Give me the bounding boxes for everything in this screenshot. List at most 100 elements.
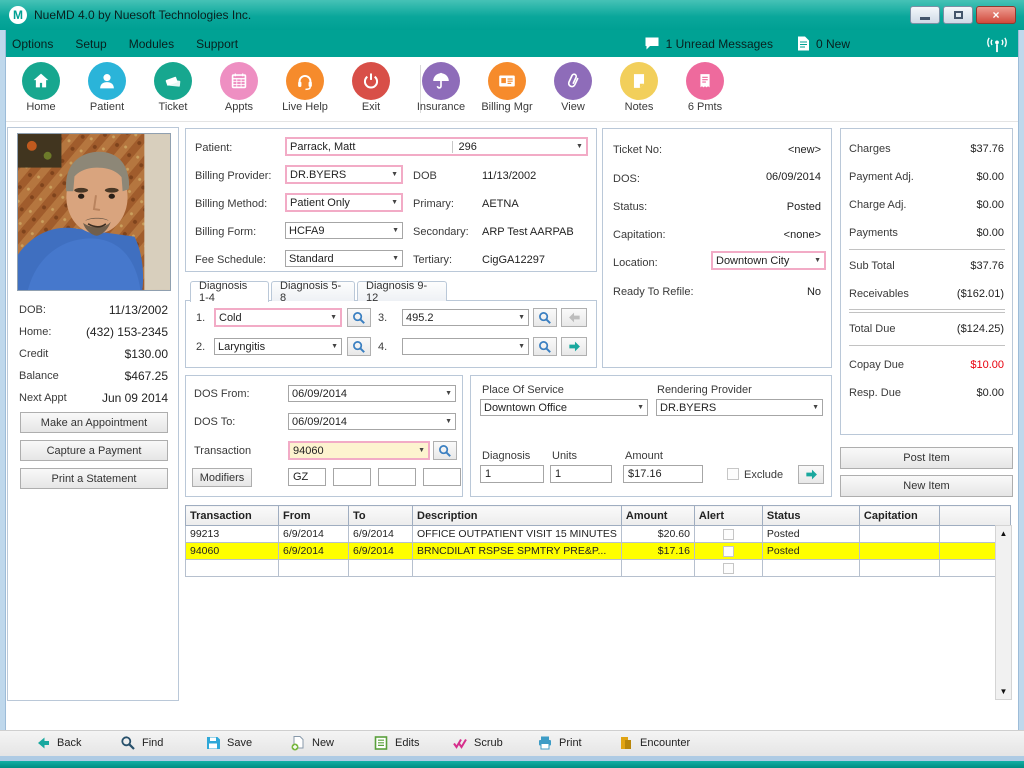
ticket-icon bbox=[154, 62, 192, 100]
tab-diagnosis-1-4[interactable]: Diagnosis 1-4 bbox=[190, 280, 269, 304]
toolbar-home[interactable]: Home bbox=[8, 60, 74, 120]
table-row-empty[interactable] bbox=[185, 559, 1011, 577]
scrub-button[interactable]: Scrub bbox=[452, 735, 503, 751]
col-status[interactable]: Status bbox=[761, 505, 860, 526]
table-scrollbar[interactable]: ▲ ▼ bbox=[995, 525, 1012, 700]
scroll-up-icon[interactable]: ▲ bbox=[997, 529, 1010, 538]
dos-to-label: DOS To: bbox=[194, 416, 236, 428]
transaction-search-button[interactable] bbox=[433, 441, 457, 460]
table-row-selected[interactable]: 94060 6/9/2014 6/9/2014 BRNCDILAT RSPSE … bbox=[185, 542, 1011, 560]
print-button[interactable]: Print bbox=[537, 735, 582, 751]
place-of-service-select[interactable]: Downtown Office ▼ bbox=[480, 399, 648, 416]
diagnosis-4-search-button[interactable] bbox=[533, 337, 557, 356]
payments-value: $0.00 bbox=[976, 227, 1004, 239]
charge-diagnosis-input[interactable]: 1 bbox=[480, 465, 544, 483]
billing-form-select[interactable]: HCFA9 ▼ bbox=[285, 222, 403, 239]
toolbar-ticket[interactable]: Ticket bbox=[140, 60, 206, 120]
new-items[interactable]: 0 New bbox=[797, 36, 850, 51]
sidebar-credit-value: $130.00 bbox=[124, 347, 168, 361]
save-icon bbox=[207, 737, 220, 749]
modifier-3-input[interactable] bbox=[378, 468, 416, 486]
units-input[interactable]: 1 bbox=[550, 465, 612, 483]
diagnosis-3-select[interactable]: 495.2 ▼ bbox=[402, 309, 529, 326]
diagnosis-2-select[interactable]: Laryngitis ▼ bbox=[214, 338, 342, 355]
maximize-button[interactable] bbox=[943, 6, 973, 24]
billing-method-select[interactable]: Patient Only ▼ bbox=[285, 193, 403, 212]
modifier-1-input[interactable]: GZ bbox=[288, 468, 326, 486]
col-capitation[interactable]: Capitation bbox=[858, 505, 940, 526]
toolbar-billing-mgr[interactable]: Billing Mgr bbox=[474, 60, 540, 120]
diagnosis-1-search-button[interactable] bbox=[347, 308, 371, 327]
toolbar-payments[interactable]: 6 Pmts bbox=[672, 60, 738, 120]
modifier-4-input[interactable] bbox=[423, 468, 461, 486]
transaction-combo[interactable]: 94060 ▼ bbox=[288, 441, 430, 460]
diagnosis-3-search-button[interactable] bbox=[533, 308, 557, 327]
alert-checkbox[interactable] bbox=[722, 562, 734, 574]
new-item-button[interactable]: New Item bbox=[840, 475, 1013, 497]
close-button[interactable]: × bbox=[976, 6, 1016, 24]
toolbar-notes[interactable]: Notes bbox=[606, 60, 672, 120]
chevron-down-icon: ▼ bbox=[637, 404, 644, 411]
tab-diagnosis-9-12[interactable]: Diagnosis 9-12 bbox=[357, 280, 447, 304]
toolbar-view[interactable]: View bbox=[540, 60, 606, 120]
encounter-icon bbox=[621, 737, 631, 749]
diagnosis-2-search-button[interactable] bbox=[347, 337, 371, 356]
toolbar-live-help[interactable]: Live Help bbox=[272, 60, 338, 120]
menu-support[interactable]: Support bbox=[196, 37, 238, 51]
col-description[interactable]: Description bbox=[412, 505, 622, 526]
modifiers-button[interactable]: Modifiers bbox=[192, 468, 252, 487]
exclude-checkbox[interactable] bbox=[727, 468, 739, 480]
tab-diagnosis-5-8[interactable]: Diagnosis 5-8 bbox=[271, 280, 355, 304]
back-button[interactable]: Back bbox=[35, 735, 81, 751]
diagnosis-4-select[interactable]: ▼ bbox=[402, 338, 529, 355]
fee-schedule-select[interactable]: Standard ▼ bbox=[285, 250, 403, 267]
col-to[interactable]: To bbox=[348, 505, 413, 526]
alert-checkbox[interactable] bbox=[722, 545, 734, 557]
post-item-button[interactable]: Post Item bbox=[840, 447, 1013, 469]
modifier-2-input[interactable] bbox=[333, 468, 371, 486]
dos-from-select[interactable]: 06/09/2014 ▼ bbox=[288, 385, 456, 402]
menu-modules[interactable]: Modules bbox=[129, 37, 174, 51]
scroll-down-icon[interactable]: ▼ bbox=[997, 687, 1010, 696]
diagnosis-prev-button[interactable] bbox=[561, 308, 587, 327]
col-transaction[interactable]: Transaction bbox=[185, 505, 279, 526]
diagnosis-1-select[interactable]: Cold ▼ bbox=[214, 308, 342, 327]
diagnosis-next-button[interactable] bbox=[561, 337, 587, 356]
dos-to-select[interactable]: 06/09/2014 ▼ bbox=[288, 413, 456, 430]
encounter-button[interactable]: Encounter bbox=[618, 735, 690, 751]
col-alert[interactable]: Alert bbox=[693, 505, 763, 526]
find-button[interactable]: Find bbox=[120, 735, 163, 751]
table-row[interactable]: 99213 6/9/2014 6/9/2014 OFFICE OUTPATIEN… bbox=[185, 525, 1011, 543]
make-appointment-button[interactable]: Make an Appointment bbox=[20, 412, 168, 433]
toolbar-insurance[interactable]: Insurance bbox=[408, 60, 474, 120]
capture-payment-button[interactable]: Capture a Payment bbox=[20, 440, 168, 461]
minimize-button[interactable] bbox=[910, 6, 940, 24]
new-button[interactable]: New bbox=[290, 735, 334, 751]
search-icon bbox=[439, 444, 451, 457]
menu-options[interactable]: Options bbox=[12, 37, 53, 51]
exclude-label: Exclude bbox=[744, 469, 784, 481]
post-charge-button[interactable] bbox=[798, 465, 824, 484]
rendering-provider-label: Rendering Provider bbox=[657, 384, 752, 396]
rendering-provider-select[interactable]: DR.BYERS ▼ bbox=[656, 399, 823, 416]
col-from[interactable]: From bbox=[278, 505, 349, 526]
toolbar-exit[interactable]: Exit bbox=[338, 60, 404, 120]
col-amount[interactable]: Amount bbox=[620, 505, 695, 526]
nuemd-window: M NueMD 4.0 by Nuesoft Technologies Inc.… bbox=[0, 0, 1024, 768]
toolbar-patient[interactable]: Patient bbox=[74, 60, 140, 120]
menu-setup[interactable]: Setup bbox=[75, 37, 106, 51]
divider bbox=[849, 309, 1005, 310]
location-select[interactable]: Downtown City ▼ bbox=[711, 251, 826, 270]
amount-input[interactable]: $17.16 bbox=[623, 465, 703, 483]
toolbar-appts[interactable]: Appts bbox=[206, 60, 272, 120]
alert-checkbox[interactable] bbox=[722, 528, 734, 540]
edits-button[interactable]: Edits bbox=[373, 735, 419, 751]
primary-value: AETNA bbox=[482, 198, 519, 210]
patient-select[interactable]: Parrack, Matt 296 ▼ bbox=[285, 137, 588, 156]
search-icon bbox=[539, 340, 551, 353]
save-button[interactable]: Save bbox=[205, 735, 252, 751]
print-statement-button[interactable]: Print a Statement bbox=[20, 468, 168, 489]
payment-adj-label: Payment Adj. bbox=[849, 171, 914, 183]
unread-messages[interactable]: 1 Unread Messages bbox=[644, 36, 773, 51]
billing-provider-select[interactable]: DR.BYERS ▼ bbox=[285, 165, 403, 184]
